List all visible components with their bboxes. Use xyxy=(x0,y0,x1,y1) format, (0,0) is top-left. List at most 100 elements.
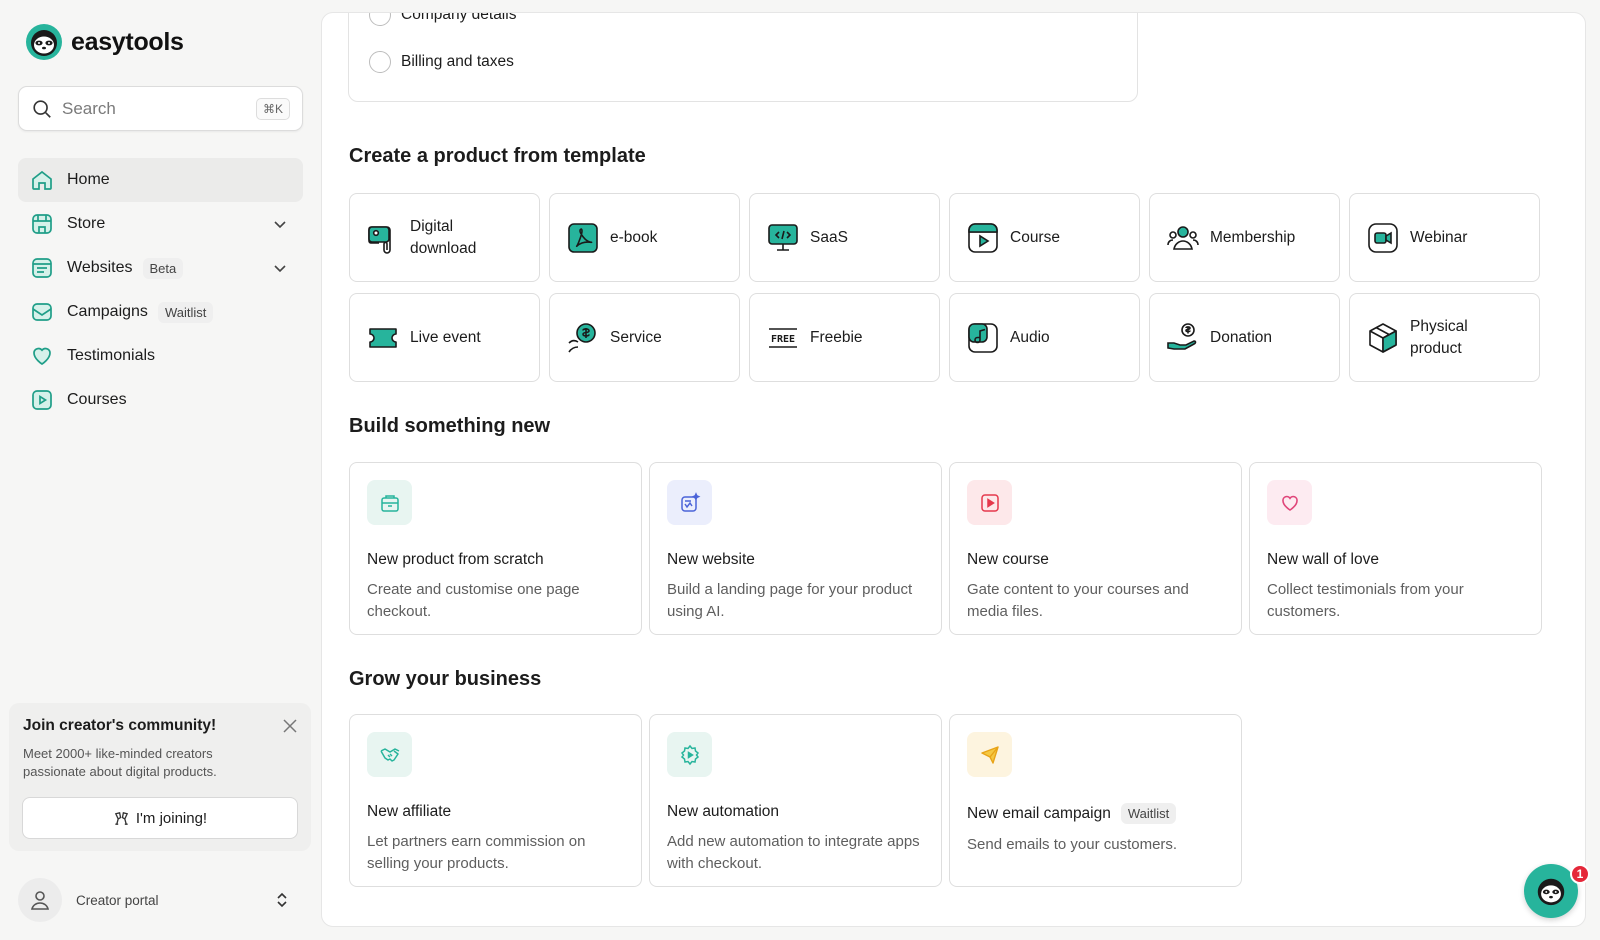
close-icon[interactable] xyxy=(281,717,299,735)
template-label: Audio xyxy=(1010,328,1050,346)
card-title: New course xyxy=(967,551,1049,568)
card-new-website[interactable]: New website Build a landing page for you… xyxy=(649,462,942,635)
card-new-automation[interactable]: New automation Add new automation to int… xyxy=(649,714,942,887)
play-icon xyxy=(32,390,52,410)
logo[interactable]: easytools xyxy=(26,24,184,60)
digital-download-icon xyxy=(368,225,391,254)
template-physical-product[interactable]: Physical product xyxy=(1349,293,1540,382)
saas-icon xyxy=(768,223,798,251)
community-banner: Join creator's community! Meet 2000+ lik… xyxy=(9,703,311,851)
sloth-logo-icon xyxy=(26,24,62,60)
template-label: SaaS xyxy=(810,228,848,246)
join-community-button[interactable]: I'm joining! xyxy=(22,797,298,839)
ebook-icon xyxy=(568,222,598,253)
template-freebie[interactable]: FREE Freebie xyxy=(749,293,940,382)
template-digital-download[interactable]: Digital download xyxy=(349,193,540,282)
template-label: Webinar xyxy=(1410,228,1468,246)
product-icon xyxy=(380,494,399,512)
step-label: Company details xyxy=(401,12,517,23)
nav-item-testimonials[interactable]: Testimonials xyxy=(18,334,303,378)
campaigns-icon xyxy=(32,303,52,321)
template-membership[interactable]: Membership xyxy=(1149,193,1340,282)
avatar xyxy=(18,878,62,922)
nav-item-courses[interactable]: Courses xyxy=(18,378,303,422)
template-label: Live event xyxy=(410,328,481,346)
card-title: New automation xyxy=(667,803,780,820)
website-ai-icon xyxy=(680,491,700,512)
template-label: Freebie xyxy=(810,328,863,346)
card-title: New wall of love xyxy=(1267,551,1379,568)
step-company-details[interactable]: Company details xyxy=(369,12,517,26)
nav-label: Store xyxy=(67,215,106,232)
nav-label: Campaigns xyxy=(67,303,148,320)
template-course[interactable]: Course xyxy=(949,193,1140,282)
creator-portal-switcher[interactable]: Creator portal xyxy=(18,878,303,922)
card-new-wall-of-love[interactable]: New wall of love Collect testimonials fr… xyxy=(1249,462,1542,635)
chevron-down-icon[interactable] xyxy=(271,215,289,233)
join-button-label: I'm joining! xyxy=(135,809,208,827)
sloth-chat-icon xyxy=(1537,878,1565,906)
main-content: Company details Billing and taxes Create… xyxy=(321,12,1586,927)
step-label: Billing and taxes xyxy=(401,53,514,70)
section-title-build: Build something new xyxy=(349,415,551,437)
card-new-course[interactable]: New course Gate content to your courses … xyxy=(949,462,1242,635)
chevron-down-icon[interactable] xyxy=(271,259,289,277)
template-live-event[interactable]: Live event xyxy=(349,293,540,382)
template-label: Membership xyxy=(1210,228,1296,246)
template-label: Donation xyxy=(1210,328,1273,346)
card-title: New email campaign Waitlist xyxy=(967,803,1224,824)
waitlist-badge: Waitlist xyxy=(157,301,214,323)
nav-item-store[interactable]: Store xyxy=(18,202,303,246)
card-icon-box xyxy=(967,480,1012,525)
card-desc: Collect testimonials from your customers… xyxy=(1267,581,1464,620)
websites-icon xyxy=(32,258,52,278)
membership-icon xyxy=(1167,225,1199,250)
nav-label: Courses xyxy=(67,391,127,408)
nav-item-campaigns[interactable]: Campaigns Waitlist xyxy=(18,290,303,334)
template-saas[interactable]: SaaS xyxy=(749,193,940,282)
card-icon-box xyxy=(1267,480,1312,525)
main-nav: Home Store Websites Beta Campaigns Waitl… xyxy=(18,158,303,422)
card-new-affiliate[interactable]: New affiliate Let partners earn commissi… xyxy=(349,714,642,887)
card-icon-box xyxy=(367,480,412,525)
notification-count-badge: 1 xyxy=(1570,864,1590,884)
handshake-icon xyxy=(379,747,399,762)
template-service[interactable]: Service xyxy=(549,293,740,382)
step-billing-and-taxes[interactable]: Billing and taxes xyxy=(369,51,514,73)
template-donation[interactable]: Donation xyxy=(1149,293,1340,382)
step-radio[interactable] xyxy=(369,51,391,73)
card-title-text: New email campaign xyxy=(967,804,1111,822)
template-ebook[interactable]: e-book xyxy=(549,193,740,282)
template-label: Course xyxy=(1010,228,1060,246)
template-audio[interactable]: Audio xyxy=(949,293,1140,382)
search-shortcut: ⌘K xyxy=(255,97,290,120)
donation-icon xyxy=(1167,322,1197,350)
free-icon: FREE xyxy=(769,327,797,348)
cheers-icon xyxy=(114,811,128,825)
search-input[interactable]: Search ⌘K xyxy=(18,86,303,131)
gear-icon xyxy=(680,744,699,765)
card-desc: Gate content to your courses and media f… xyxy=(967,581,1189,620)
store-icon xyxy=(32,214,52,234)
nav-item-websites[interactable]: Websites Beta xyxy=(18,246,303,290)
nav-item-home[interactable]: Home xyxy=(18,158,303,202)
card-icon-box xyxy=(667,732,712,777)
card-title: New product from scratch xyxy=(367,551,544,568)
card-desc: Send emails to your customers. xyxy=(967,836,1178,853)
template-label: Digital download xyxy=(410,217,477,257)
portal-label: Creator portal xyxy=(76,892,159,908)
template-label: e-book xyxy=(610,228,658,246)
nav-label: Testimonials xyxy=(67,347,156,364)
card-new-product[interactable]: New product from scratch Create and cust… xyxy=(349,462,642,635)
card-new-email-campaign[interactable]: New email campaign Waitlist Send emails … xyxy=(949,714,1242,887)
card-icon-box xyxy=(367,732,412,777)
step-radio[interactable] xyxy=(369,13,391,26)
ticket-icon xyxy=(369,327,397,348)
card-desc: Let partners earn commission on selling … xyxy=(367,833,586,872)
brand-name: easytools xyxy=(71,27,184,56)
template-webinar[interactable]: Webinar xyxy=(1349,193,1540,282)
section-title-grow: Grow your business xyxy=(349,668,542,690)
heart-icon xyxy=(1281,495,1298,511)
audio-icon xyxy=(968,322,998,353)
service-icon xyxy=(568,322,596,352)
